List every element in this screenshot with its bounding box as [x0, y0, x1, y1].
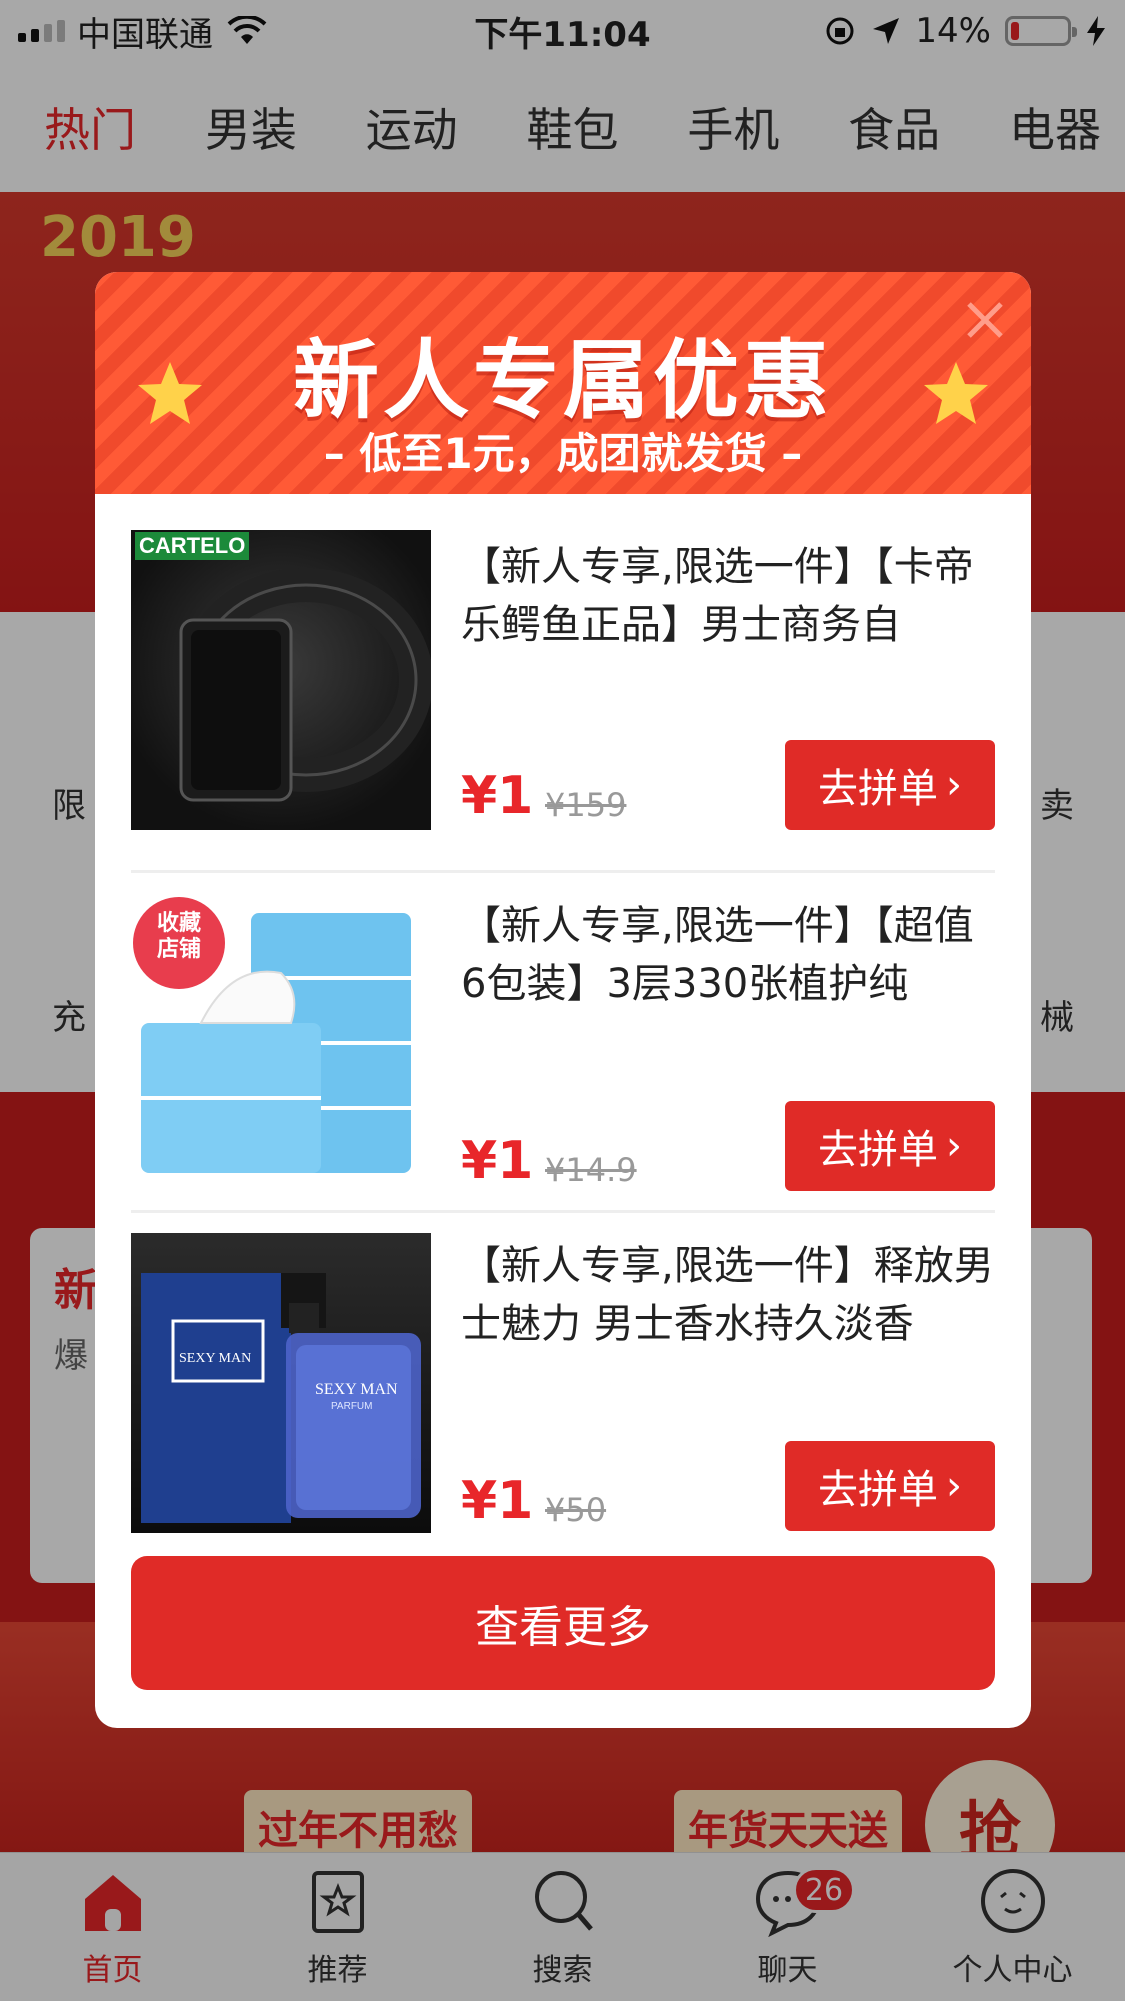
modal-title: 新人专属优惠	[293, 331, 833, 431]
product-item[interactable]: 收藏 店铺 【新人专享,限选一件】【超值6包装】3层330张植护纯 ¥1 ¥14…	[131, 870, 995, 1210]
favorite-store-badge: 收藏 店铺	[156, 911, 201, 962]
product-image[interactable]: SEXY MAN SEXY MAN PARFUM	[131, 1233, 431, 1533]
chevron-right-icon: ›	[946, 1123, 962, 1169]
product-title[interactable]: 【新人专享,限选一件】释放男士魅力 男士香水持久淡香	[461, 1237, 995, 1353]
product-price: ¥1	[461, 766, 534, 826]
group-buy-button[interactable]: 去拼单 ›	[785, 1101, 995, 1191]
product-image[interactable]: 收藏 店铺	[131, 893, 431, 1193]
product-brand-logo: SEXY MAN	[315, 1381, 398, 1398]
product-title[interactable]: 【新人专享,限选一件】【卡帝乐鳄鱼正品】男士商务自	[461, 538, 995, 654]
product-image[interactable]: CARTELO	[131, 530, 431, 830]
view-more-button[interactable]: 查看更多	[131, 1556, 995, 1690]
chevron-right-icon: ›	[946, 1463, 962, 1509]
product-brand-logo: SEXY MAN	[179, 1351, 252, 1366]
product-price: ¥1	[461, 1471, 534, 1531]
product-brand-logo: CARTELO	[135, 532, 250, 560]
modal-header: 新人专属优惠 – 低至1元，成团就发货 –	[95, 272, 1031, 494]
belt-image-icon	[179, 568, 431, 802]
group-buy-label: 去拼单	[818, 1127, 938, 1173]
product-original-price: ¥159	[545, 786, 627, 824]
group-buy-label: 去拼单	[818, 766, 938, 812]
newcomer-offer-modal: 新人专属优惠 – 低至1元，成团就发货 – CARTELO 【新人专享,限选一件…	[95, 272, 1031, 1728]
close-icon[interactable]	[961, 296, 1009, 344]
group-buy-button[interactable]: 去拼单 ›	[785, 740, 995, 830]
chevron-right-icon: ›	[946, 762, 962, 808]
group-buy-label: 去拼单	[818, 1467, 938, 1513]
product-price: ¥1	[461, 1131, 534, 1191]
product-list: CARTELO 【新人专享,限选一件】【卡帝乐鳄鱼正品】男士商务自 ¥1 ¥15…	[131, 530, 995, 1550]
product-brand-sub: PARFUM	[331, 1401, 373, 1412]
group-buy-button[interactable]: 去拼单 ›	[785, 1441, 995, 1531]
product-original-price: ¥14.9	[545, 1151, 637, 1189]
product-original-price: ¥50	[545, 1491, 607, 1529]
product-item[interactable]: CARTELO 【新人专享,限选一件】【卡帝乐鳄鱼正品】男士商务自 ¥1 ¥15…	[131, 530, 995, 870]
product-title[interactable]: 【新人专享,限选一件】【超值6包装】3层330张植护纯	[461, 897, 995, 1013]
modal-subtitle: – 低至1元，成团就发货 –	[323, 429, 803, 478]
product-item[interactable]: SEXY MAN SEXY MAN PARFUM 【新人专享,限选一件】释放男士…	[131, 1210, 995, 1550]
